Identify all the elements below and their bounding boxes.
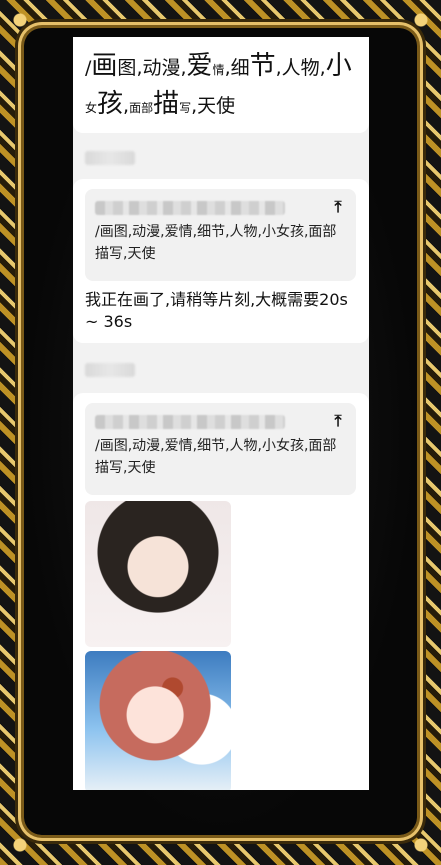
quoted-sender-blurred [95, 415, 285, 429]
prompt-header-part: 小 [325, 51, 352, 81]
prompt-header-part: 图 [117, 57, 137, 79]
prompt-card: /画图,动漫,爱情,细节,人物,小女孩,面部描写,天使 [73, 37, 369, 133]
quoted-sender-blurred [95, 201, 285, 215]
prompt-header-text: /画图,动漫,爱情,细节,人物,小女孩,面部描写,天使 [85, 49, 360, 125]
sender-name-blurred [85, 151, 135, 165]
prompt-header-part: ,动漫, [136, 57, 187, 79]
message-card-2: ⤒ /画图,动漫,爱情,细节,人物,小女孩,面部描写,天使 [73, 393, 369, 790]
prompt-header-part: 孩 [97, 89, 124, 119]
prompt-header-part: ,细 [224, 57, 250, 79]
generated-image-2[interactable] [85, 651, 231, 790]
prompt-header-part: ,人物, [275, 57, 326, 79]
arrow-up-to-top-icon[interactable]: ⤒ [330, 413, 346, 429]
prompt-header-part: 面部 [129, 101, 154, 115]
prompt-header-part: ,天使 [191, 95, 236, 117]
sender-name-blurred [85, 363, 135, 377]
prompt-header-part: 女 [85, 101, 98, 115]
generated-image-1[interactable] [85, 501, 231, 647]
prompt-header-part: 画 [91, 51, 118, 81]
prompt-header-part: 写 [179, 101, 192, 115]
quoted-message-2[interactable]: ⤒ /画图,动漫,爱情,细节,人物,小女孩,面部描写,天使 [85, 403, 356, 495]
arrow-up-to-top-icon[interactable]: ⤒ [330, 199, 346, 215]
message-card-1: ⤒ /画图,动漫,爱情,细节,人物,小女孩,面部描写,天使 我正在画了,请稍等片… [73, 179, 369, 343]
prompt-header-part: 爱 [186, 51, 213, 81]
quoted-text: /画图,动漫,爱情,细节,人物,小女孩,面部描写,天使 [95, 224, 337, 262]
quoted-text: /画图,动漫,爱情,细节,人物,小女孩,面部描写,天使 [95, 438, 337, 476]
quoted-message-1[interactable]: ⤒ /画图,动漫,爱情,细节,人物,小女孩,面部描写,天使 [85, 189, 356, 281]
bot-reply-text: 我正在画了,请稍等片刻,大概需要20s ~ 36s [85, 290, 348, 331]
chat-screen: /画图,动漫,爱情,细节,人物,小女孩,面部描写,天使 ⤒ /画图,动漫,爱情,… [73, 37, 369, 790]
prompt-header-part: 描 [153, 89, 180, 119]
prompt-header-part: 节 [249, 51, 276, 81]
generated-images [73, 501, 369, 790]
prompt-header-part: 情 [212, 63, 225, 77]
